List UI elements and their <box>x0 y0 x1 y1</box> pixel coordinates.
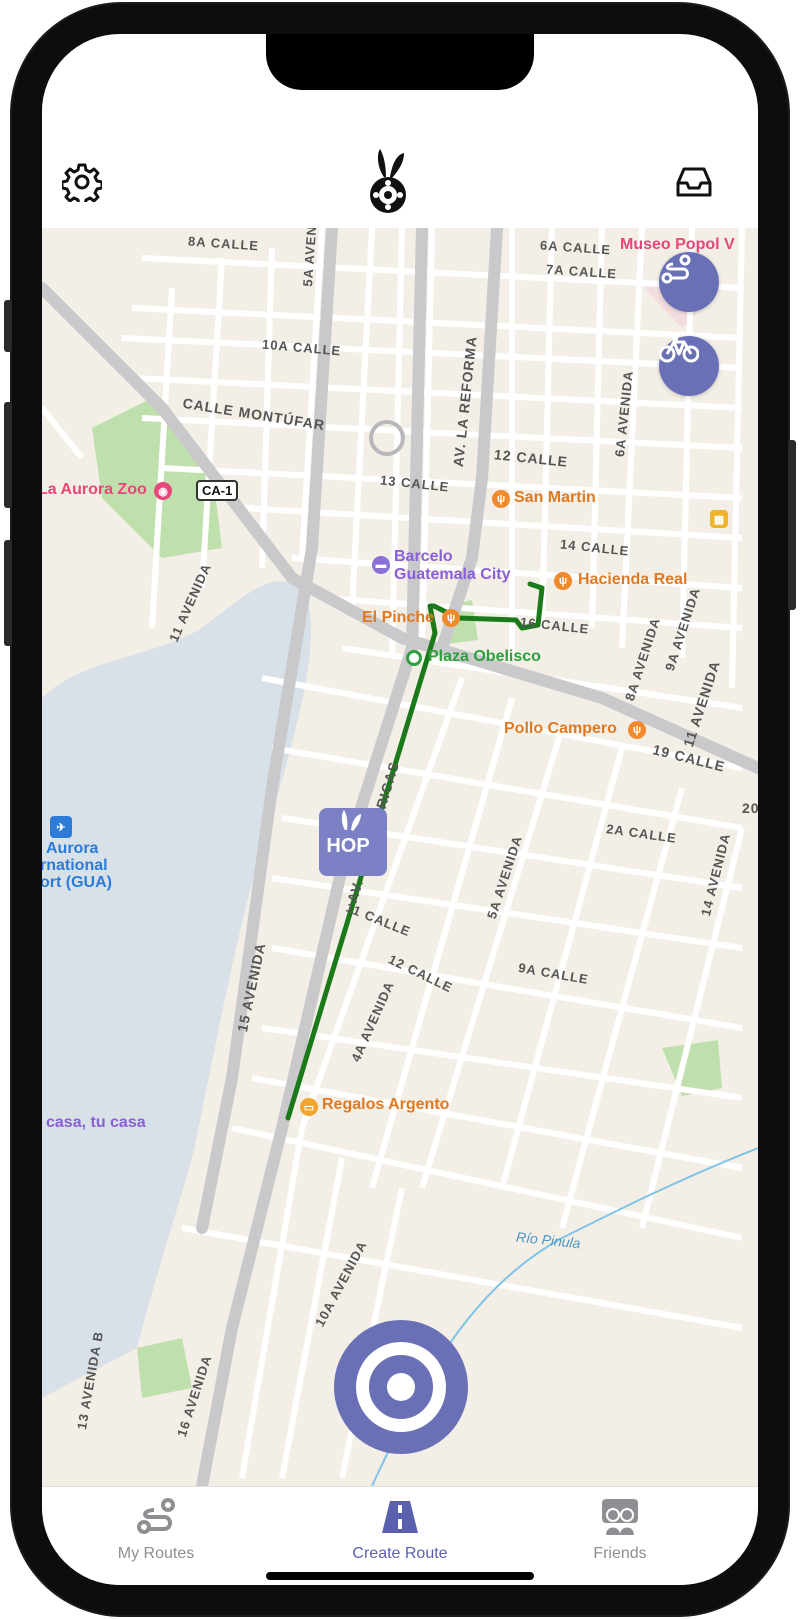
record-dot <box>387 1373 415 1401</box>
restaurant-icon: ψ <box>628 721 646 739</box>
inbox-icon <box>676 167 712 197</box>
airport-icon: ✈ <box>50 816 72 838</box>
bicycle-icon <box>659 337 699 363</box>
poi-label: Pollo Campero <box>504 720 617 737</box>
tab-bar: My Routes Create Route Friends <box>42 1486 758 1585</box>
poi-label: La Aurora Zoo <box>42 481 147 498</box>
road-icon <box>382 1501 418 1533</box>
poi-label: San Martin <box>514 489 596 506</box>
building-icon: ▦ <box>710 510 728 528</box>
volume-up-button <box>4 402 12 508</box>
record-button[interactable] <box>334 1320 468 1454</box>
app-logo <box>364 146 412 218</box>
hop-marker-text: HOP <box>326 835 369 857</box>
poi-label: Barcelo <box>394 548 453 565</box>
gift-shop-icon: ▭ <box>300 1098 318 1116</box>
highway-shield: CA-1 <box>196 480 239 501</box>
poi-label: Hacienda Real <box>578 571 688 588</box>
poi-label: El Pinche <box>362 609 435 626</box>
poi-label: Regalos Argento <box>322 1096 450 1113</box>
poi-label: Plaza Obelisco <box>428 648 541 665</box>
tab-create-route[interactable]: Create Route <box>300 1495 500 1575</box>
hop-location-marker[interactable]: HOP <box>319 808 387 876</box>
poi-label: ort (GUA) <box>42 874 112 891</box>
restaurant-icon: ψ <box>492 490 510 508</box>
bunny-wheel-logo-icon <box>370 149 406 213</box>
home-indicator[interactable] <box>266 1572 534 1580</box>
inbox-button[interactable] <box>672 162 716 202</box>
tab-friends[interactable]: Friends <box>520 1495 720 1575</box>
route-button[interactable] <box>659 252 719 312</box>
gear-icon <box>62 163 102 202</box>
app-screen: 8A CALLE 6A CALLE 7A CALLE Museo Popol V… <box>42 34 758 1585</box>
poi-label: Aurora <box>46 840 99 857</box>
hotel-icon: ▬ <box>372 556 390 574</box>
poi-label: Guatemala City <box>394 566 511 583</box>
tab-my-routes[interactable]: My Routes <box>56 1495 256 1575</box>
tab-label: Friends <box>593 1545 647 1562</box>
map-view[interactable]: 8A CALLE 6A CALLE 7A CALLE Museo Popol V… <box>42 228 758 1486</box>
bike-mode-button[interactable] <box>659 336 719 396</box>
notch <box>266 34 534 90</box>
poi-label: casa, tu casa <box>46 1114 146 1131</box>
record-icon <box>356 1342 446 1432</box>
volume-down-button <box>4 540 12 646</box>
restaurant-icon: ψ <box>554 572 572 590</box>
restaurant-icon: ψ <box>442 609 460 627</box>
settings-button[interactable] <box>60 160 104 204</box>
silent-switch <box>4 300 12 352</box>
tab-label: My Routes <box>117 1545 195 1562</box>
power-button <box>788 440 796 610</box>
street-label: 20 <box>742 800 758 816</box>
route-icon <box>661 254 691 284</box>
routes-icon <box>137 1498 175 1534</box>
app-header <box>42 90 758 228</box>
park-icon <box>406 650 422 666</box>
friends-icon <box>602 1499 638 1535</box>
zoo-icon: ◉ <box>154 482 172 500</box>
tab-label: Create Route <box>352 1545 448 1562</box>
poi-label: rnational <box>42 857 108 874</box>
hop-logo-icon: HOP <box>326 810 370 857</box>
map-base <box>42 228 758 1486</box>
